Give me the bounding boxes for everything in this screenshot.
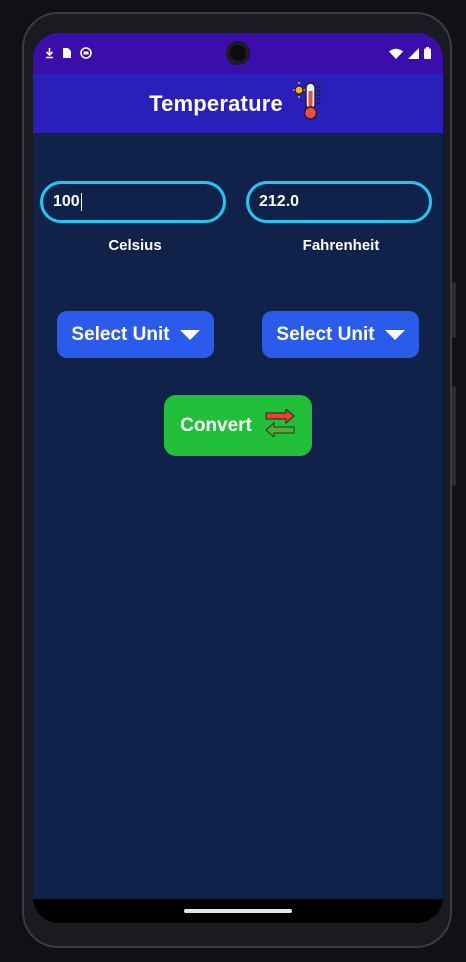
thermometer-icon (292, 81, 327, 126)
signal-icon (408, 46, 419, 64)
app-bar: Temperature (33, 74, 443, 133)
convert-button[interactable]: Convert (164, 395, 312, 456)
dropdown-arrow-icon (384, 329, 405, 340)
fahrenheit-label: Fahrenheit (302, 237, 380, 254)
convert-label: Convert (180, 414, 252, 436)
celsius-input-value: 100 (53, 193, 80, 210)
celsius-input[interactable]: 100 (40, 181, 226, 223)
battery-icon (424, 46, 431, 64)
app-title: Temperature (149, 90, 283, 116)
fahrenheit-input[interactable]: 212.0 (246, 181, 432, 223)
wifi-icon (389, 46, 403, 64)
select-unit-right-button[interactable]: Select Unit (262, 311, 419, 358)
select-unit-right-label: Select Unit (276, 323, 375, 345)
fahrenheit-input-value: 212.0 (259, 193, 300, 210)
app-screen: Temperature 100 212.0 Celsius Fahrenheit… (33, 33, 443, 923)
download-icon (45, 46, 54, 64)
sim-card-icon (62, 46, 72, 64)
text-cursor (80, 193, 82, 211)
home-gesture-handle[interactable] (184, 909, 292, 913)
volume-button (452, 386, 456, 486)
app-notification-icon (80, 46, 92, 64)
front-camera (226, 41, 250, 65)
select-unit-left-button[interactable]: Select Unit (57, 311, 214, 358)
select-unit-left-label: Select Unit (71, 323, 170, 345)
power-button (452, 282, 456, 338)
celsius-label: Celsius (108, 237, 162, 254)
navigation-bar (33, 899, 443, 923)
swap-arrows-icon (264, 407, 296, 443)
status-bar (33, 33, 443, 74)
dropdown-arrow-icon (179, 329, 200, 340)
